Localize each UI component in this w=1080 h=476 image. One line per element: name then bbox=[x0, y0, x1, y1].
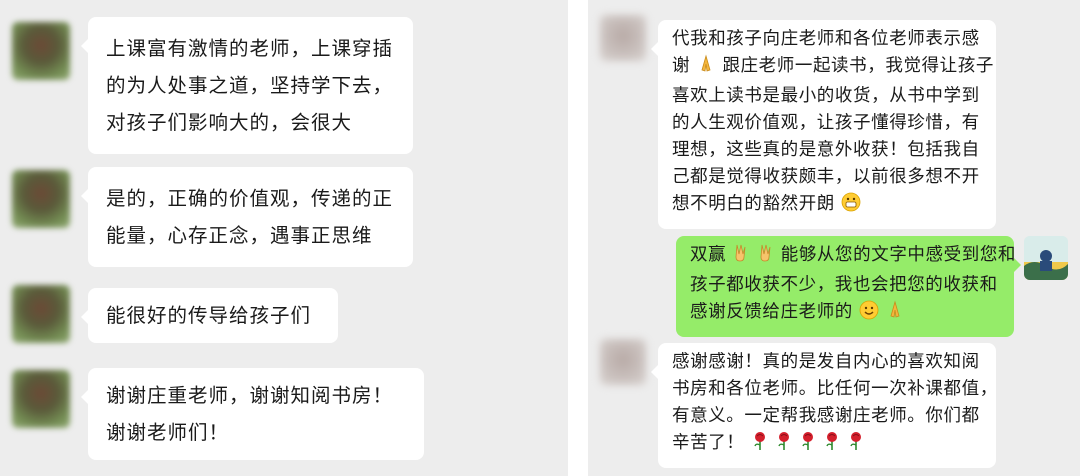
message-bubble: 代我和孩子向庄老师和各位老师表示感 谢 跟庄老师一起读书，我觉得让孩子 喜欢上读… bbox=[651, 20, 996, 229]
left-chat-panel: 上课富有激情的老师，上课穿插 的为人处事之道，坚持学下去， 对孩子们影响大的，会… bbox=[0, 0, 568, 476]
message-line: 代我和孩子向庄老师和各位老师表示感 bbox=[672, 29, 980, 49]
rose-emoji-icon bbox=[823, 431, 841, 460]
contact-avatar[interactable] bbox=[12, 170, 70, 228]
message-text: 双赢 bbox=[690, 245, 727, 265]
message-line: 谢谢老师们！ bbox=[106, 421, 230, 444]
contact-avatar[interactable] bbox=[600, 339, 646, 385]
message-line: 谢谢庄重老师，谢谢知阅书房！ bbox=[106, 384, 394, 407]
message-line: 喜欢上读书是最小的收货，从书中学到 bbox=[672, 86, 980, 106]
smile-emoji-icon bbox=[859, 300, 879, 329]
right-chat-panel: 代我和孩子向庄老师和各位老师表示感 谢 跟庄老师一起读书，我觉得让孩子 喜欢上读… bbox=[588, 0, 1080, 476]
panel-divider bbox=[568, 0, 588, 476]
message-bubble: 上课富有激情的老师，上课穿插 的为人处事之道，坚持学下去， 对孩子们影响大的，会… bbox=[81, 17, 413, 154]
victory-hand-emoji-icon bbox=[732, 243, 750, 272]
message-bubble: 谢谢庄重老师，谢谢知阅书房！ 谢谢老师们！ bbox=[81, 368, 424, 460]
pray-emoji-icon bbox=[696, 54, 716, 83]
message-bubble: 能很好的传导给孩子们 bbox=[81, 288, 338, 343]
message-line: 感谢感谢！真的是发自内心的喜欢知阅 bbox=[672, 352, 980, 372]
message-line: 己都是觉得收获颇丰，以前很多想不开 bbox=[672, 167, 980, 187]
message-text: 感谢反馈给庄老师的 bbox=[690, 302, 853, 322]
message-text: 能够从您的文字中感受到您和 bbox=[780, 245, 1017, 265]
message-line: 辛苦了！ bbox=[672, 430, 982, 460]
message-line: 谢 跟庄老师一起读书，我觉得让孩子 bbox=[672, 53, 993, 83]
rose-emoji-icon bbox=[799, 431, 817, 460]
message-line: 理想，这些真的是意外收获！包括我自 bbox=[672, 140, 980, 160]
contact-avatar[interactable] bbox=[12, 285, 70, 343]
message-text: 谢 bbox=[672, 56, 691, 76]
message-text: 想不明白的豁然开朗 bbox=[672, 194, 835, 214]
message-line: 对孩子们影响大的，会很大 bbox=[106, 111, 353, 134]
message-line: 孩子都收获不少，我也会把您的收获和 bbox=[690, 275, 998, 295]
message-bubble: 是的，正确的价值观，传递的正 能量，心存正念，遇事正思维 bbox=[81, 167, 413, 267]
message-bubble: 感谢感谢！真的是发自内心的喜欢知阅 书房和各位老师。比任何一次补课都值， 有意义… bbox=[651, 343, 998, 468]
message-line: 有意义。一定帮我感谢庄老师。你们都 bbox=[672, 406, 980, 426]
contact-avatar[interactable] bbox=[600, 15, 646, 61]
message-bubble-self: 双赢 能够从您的文字中感受到您和 孩子都收获不少，我也会把您的收获和 感谢反馈给… bbox=[676, 236, 1021, 337]
pray-emoji-icon bbox=[885, 300, 905, 329]
grin-emoji-icon bbox=[841, 192, 861, 221]
message-line: 能量，心存正念，遇事正思维 bbox=[106, 224, 373, 247]
victory-hand-emoji-icon bbox=[757, 243, 775, 272]
message-line: 想不明白的豁然开朗 bbox=[672, 191, 982, 221]
message-line: 感谢反馈给庄老师的 bbox=[690, 299, 1000, 329]
contact-avatar[interactable] bbox=[12, 370, 70, 428]
message-line: 能很好的传导给孩子们 bbox=[106, 304, 312, 327]
message-line: 双赢 能够从您的文字中感受到您和 bbox=[690, 242, 1015, 272]
rose-emoji-icon bbox=[775, 431, 793, 460]
message-line: 的人生观价值观，让孩子懂得珍惜，有 bbox=[672, 113, 980, 133]
message-text: 跟庄老师一起读书，我觉得让孩子 bbox=[722, 56, 994, 76]
contact-avatar[interactable] bbox=[12, 22, 70, 80]
message-text: 辛苦了！ bbox=[672, 433, 745, 453]
message-line: 上课富有激情的老师，上课穿插 bbox=[106, 37, 394, 60]
rose-emoji-icon bbox=[751, 431, 769, 460]
message-line: 书房和各位老师。比任何一次补课都值， bbox=[672, 379, 998, 399]
message-line: 的为人处事之道，坚持学下去， bbox=[106, 74, 394, 97]
rose-emoji-icon bbox=[847, 431, 865, 460]
user-avatar[interactable] bbox=[1024, 236, 1068, 280]
message-line: 是的，正确的价值观，传递的正 bbox=[106, 187, 394, 210]
